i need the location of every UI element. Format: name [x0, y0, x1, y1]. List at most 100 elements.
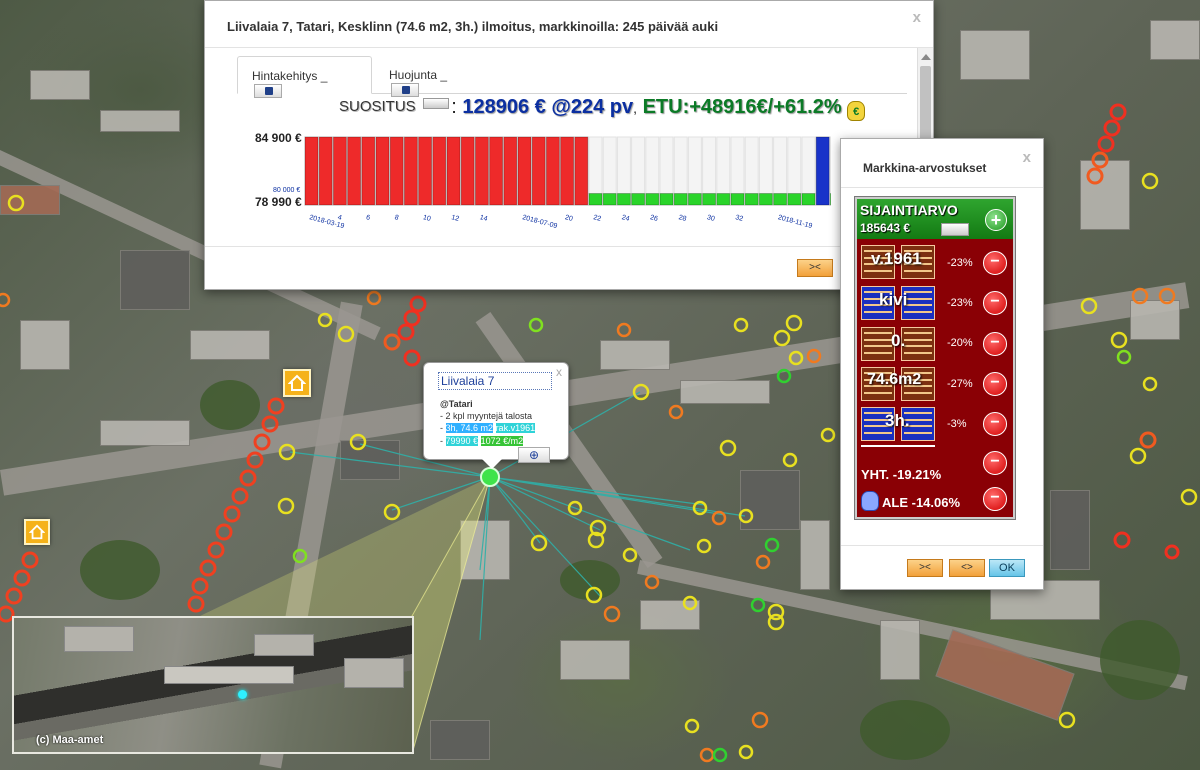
house-icon [29, 524, 45, 540]
chart-bar[interactable] [503, 136, 518, 206]
map-copyright: (c) Maa-amet [36, 734, 104, 746]
remove-factor-button[interactable]: − [983, 451, 1007, 475]
chart-bar[interactable] [829, 192, 831, 206]
chart-bar[interactable] [744, 192, 759, 206]
chart-bar[interactable] [801, 192, 816, 206]
y-tick-label-max: 84 900 € [255, 131, 302, 145]
chart-bar[interactable] [531, 136, 546, 206]
chart-bar[interactable] [545, 136, 560, 206]
remove-factor-button[interactable]: − [983, 251, 1007, 275]
recommendation-line: SUOSITUS : 128906 € @224 pv, ETU:+48916€… [339, 96, 866, 121]
x-tick-label: 4 [337, 214, 343, 222]
chart-bar[interactable] [474, 136, 489, 206]
recommended-gain: ETU:+48916€/+61.2% [642, 96, 842, 118]
chart-bar[interactable] [758, 192, 773, 206]
zoom-in-icon[interactable]: ⊕ [518, 447, 550, 463]
chart-bar[interactable] [446, 136, 461, 206]
x-tick-label: 32 [734, 214, 743, 223]
collapse-button[interactable]: >< [797, 259, 833, 277]
chart-bar[interactable] [716, 192, 731, 206]
ok-button[interactable]: OK [989, 559, 1025, 577]
tab-price-history[interactable]: Hintakehitys _ [237, 56, 372, 98]
chart-bar[interactable] [815, 136, 830, 206]
chart-bar[interactable] [588, 192, 603, 206]
valuation-dialog-title: Markkina-arvostukset [863, 161, 987, 175]
chart-bar[interactable] [645, 192, 660, 206]
chart-bar[interactable] [702, 192, 717, 206]
chart-bar[interactable] [659, 192, 674, 206]
chart-bar[interactable] [687, 192, 702, 206]
tab-label: Hintakehitys _ [252, 69, 328, 83]
chart-bar[interactable] [347, 136, 362, 206]
x-tick-label: 14 [479, 214, 488, 223]
x-tick-label: 2018-11-19 [777, 214, 813, 230]
chart-bar[interactable] [460, 136, 475, 206]
chart-bar[interactable] [418, 136, 433, 206]
valuation-panel: SIJAINTIARVO 185643 € + v.1961 -23% − ki… [854, 196, 1016, 520]
chart-bar[interactable] [602, 192, 617, 206]
price-history-chart: 2018-03-194 6 8 10 12 14 2018-07-09 20 22 24 26 28 3… [304, 136, 831, 230]
popup-district: @Tatari [440, 399, 473, 409]
popup-sales-count: - 2 kpl myyntejä talosta [440, 411, 533, 421]
chart-bar[interactable] [318, 136, 333, 206]
inset-roof [64, 626, 134, 652]
remove-factor-button[interactable]: − [983, 332, 1007, 356]
export-icon[interactable] [391, 82, 419, 97]
chart-bar[interactable] [375, 136, 390, 206]
chart-bar[interactable] [673, 192, 688, 206]
dialog-divider [841, 545, 1043, 546]
factor-label: 3h. [885, 411, 910, 430]
chart-bar[interactable] [432, 136, 447, 206]
valuation-dialog-close-button[interactable]: x [1023, 149, 1031, 166]
tab-volatility[interactable]: Huojunta _ [375, 56, 485, 97]
chart-bar[interactable] [560, 136, 575, 206]
remove-discount-button[interactable]: − [983, 487, 1007, 511]
selected-location-marker [480, 467, 500, 487]
chart-bar[interactable] [361, 136, 376, 206]
expand-button[interactable]: <> [949, 559, 985, 577]
listing-dialog-close-button[interactable]: x [913, 9, 921, 26]
add-factor-button[interactable]: + [985, 209, 1007, 231]
popup-title[interactable]: Liivalaia 7 [438, 372, 552, 390]
popup-build-year: rak.v1961 [495, 423, 536, 433]
chart-bar[interactable] [773, 192, 788, 206]
chart-bar[interactable] [730, 192, 745, 206]
chart-bar[interactable] [517, 136, 532, 206]
chart-bar[interactable] [787, 192, 802, 206]
recommendation-details-button[interactable] [423, 98, 450, 109]
chart-bar[interactable] [332, 136, 347, 206]
popup-specs: - 3h, 74.6 m2 rak.v1961 [440, 423, 536, 433]
tab-label: Huojunta _ [389, 68, 448, 82]
chart-bar[interactable] [616, 192, 631, 206]
home-marker[interactable] [24, 519, 50, 545]
remove-factor-button[interactable]: − [983, 291, 1007, 315]
stairs-icon [861, 327, 895, 361]
dialog-divider [841, 187, 1043, 188]
factor-percent: -27% [947, 378, 973, 390]
factor-percent: -20% [947, 337, 973, 349]
chart-bar[interactable] [574, 136, 589, 206]
home-marker[interactable] [283, 369, 311, 397]
chart-bar[interactable] [489, 136, 504, 206]
export-icon[interactable] [941, 223, 969, 236]
chart-bar[interactable] [389, 136, 404, 206]
remove-factor-button[interactable]: − [983, 372, 1007, 396]
inset-roof [344, 658, 404, 688]
popup-close-button[interactable]: x [556, 365, 562, 379]
chart-bar[interactable] [403, 136, 418, 206]
export-icon[interactable] [254, 83, 282, 98]
factor-rooms: 3h. [861, 407, 943, 441]
factor-label: 74.6m2 [867, 371, 922, 388]
dialog-divider [205, 246, 933, 247]
location-value-amount: 185643 € [860, 221, 911, 235]
collapse-button[interactable]: >< [907, 559, 943, 577]
scroll-up-arrow-icon[interactable] [921, 54, 931, 60]
recommended-price: 128906 € @224 pv [462, 96, 634, 118]
chart-marker-label: 80 000 € [273, 187, 301, 194]
chart-bar[interactable] [631, 192, 646, 206]
hand-icon [861, 491, 879, 511]
x-tick-label: 6 [365, 214, 371, 222]
listing-dialog: Liivalaia 7, Tatari, Kesklinn (74.6 m2, … [204, 0, 934, 290]
chart-bar[interactable] [304, 136, 319, 206]
remove-factor-button[interactable]: − [983, 412, 1007, 436]
